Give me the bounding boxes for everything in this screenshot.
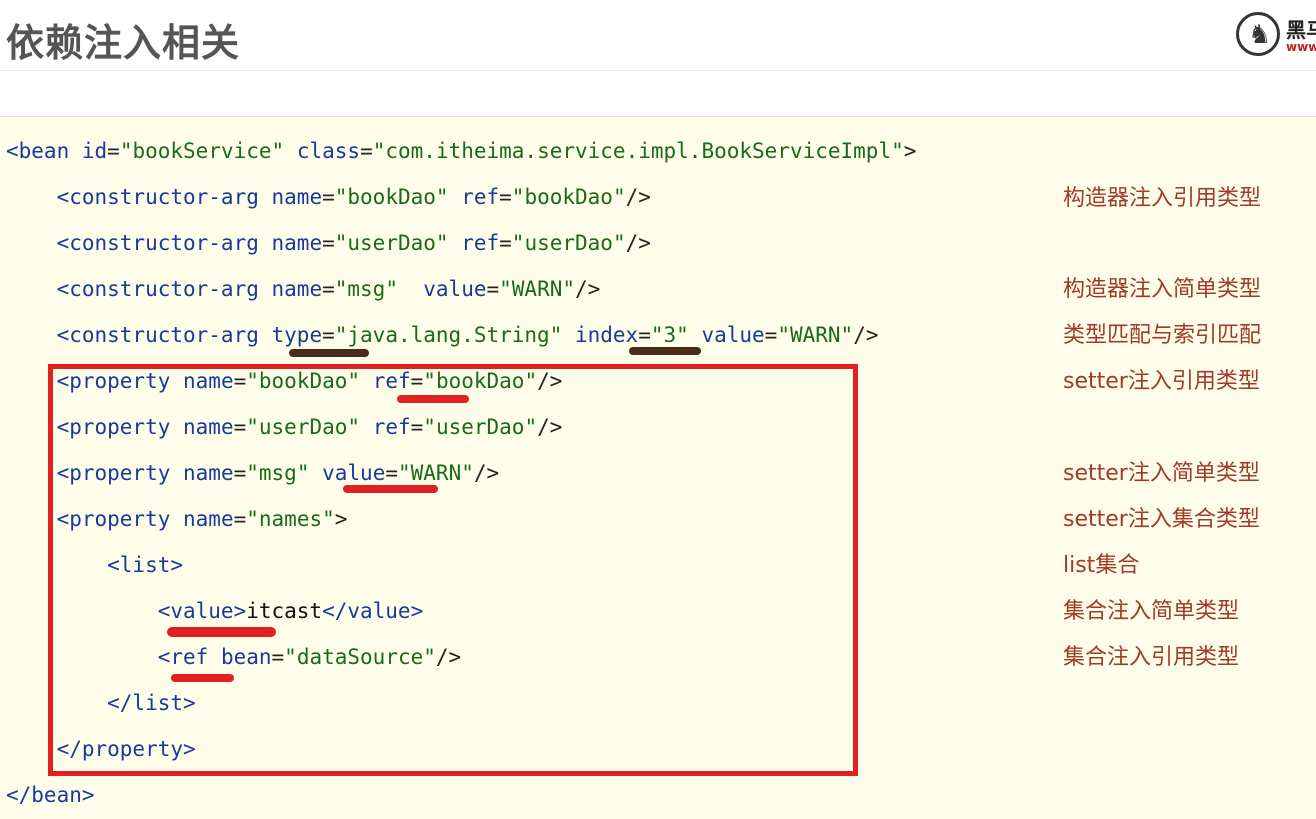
note: setter注入集合类型 (1063, 507, 1260, 532)
code-token: = (499, 185, 512, 209)
code-token: "com.itheima.service.impl.BookServiceImp… (372, 139, 904, 163)
code-token: <bean (6, 139, 82, 163)
brand-logo: ♞ 黑马 www. (1236, 12, 1316, 62)
code-token: "msg" (334, 277, 398, 301)
code-line-ctor-type-index: <constructor-arg type="java.lang.String"… (6, 322, 879, 348)
code-token: "java.lang.String" (334, 323, 563, 347)
code-token: /> (625, 231, 651, 255)
code-token: = (322, 323, 335, 347)
code-token: name (271, 277, 323, 301)
code-token: ref (461, 231, 500, 255)
code-line-ctor-userdao: <constructor-arg name="userDao" ref="use… (6, 230, 651, 256)
code-token: name (271, 185, 323, 209)
code-token: = (638, 323, 651, 347)
code-token: /> (853, 323, 879, 347)
underline-ref-tag (171, 674, 234, 682)
note: list集合 (1063, 553, 1140, 578)
code-token: id (81, 139, 108, 163)
code-token: = (764, 323, 778, 347)
code-token: <constructor-arg (6, 231, 272, 255)
code-token: /> (575, 277, 601, 301)
underline-value-tag (167, 627, 276, 637)
underline-value (343, 485, 438, 493)
logo-text: 黑马 (1286, 18, 1316, 42)
code-token: = (322, 185, 335, 209)
note: 构造器注入引用类型 (1063, 186, 1262, 211)
code-line-ctor-msg: <constructor-arg name="msg" value="WARN"… (6, 276, 601, 302)
code-line-bean-open: <bean id="bookService" class="com.itheim… (6, 138, 916, 164)
logo-url: www. (1286, 40, 1316, 54)
page-title: 依赖注入相关 (6, 21, 241, 65)
code-token: class (296, 139, 361, 163)
code-token: <constructor-arg (6, 323, 272, 347)
horse-logo-icon: ♞ (1236, 12, 1280, 56)
code-token: "userDao" (334, 231, 449, 255)
code-token: "bookDao" (334, 185, 449, 209)
code-token: ref (461, 185, 500, 209)
code-token: </bean> (6, 783, 95, 807)
note: 类型匹配与索引匹配 (1063, 323, 1262, 348)
code-token: name (271, 231, 323, 255)
code-token: <constructor-arg (6, 185, 272, 209)
code-token: "bookDao" (511, 185, 626, 209)
note: 集合注入引用类型 (1063, 645, 1240, 670)
setter-injection-highlight-box (48, 364, 858, 776)
note: setter注入简单类型 (1063, 461, 1260, 486)
code-token: = (107, 139, 120, 163)
code-token: = (360, 139, 373, 163)
code-token: "WARN" (777, 323, 854, 347)
code-token: <constructor-arg (6, 277, 272, 301)
code-line-ctor-bookdao: <constructor-arg name="bookDao" ref="boo… (6, 184, 651, 210)
code-token: "WARN" (499, 277, 575, 301)
code-token: "userDao" (511, 231, 626, 255)
code-token: "bookService" (119, 139, 285, 163)
code-token: type (271, 323, 323, 347)
header-divider (0, 70, 1316, 71)
note: setter注入引用类型 (1063, 369, 1260, 394)
code-line-bean-close: </bean> (6, 782, 95, 808)
code-token: = (322, 231, 335, 255)
code-token: "3" (650, 323, 689, 347)
underline-index (629, 347, 701, 355)
code-token: = (499, 231, 512, 255)
code-token: value (423, 277, 487, 301)
code-token: /> (625, 185, 651, 209)
underline-type (289, 349, 369, 357)
underline-ref (397, 395, 469, 403)
code-token: value (701, 323, 765, 347)
code-token: = (486, 277, 500, 301)
note: 集合注入简单类型 (1063, 599, 1240, 624)
code-token: > (903, 139, 917, 163)
code-token: = (322, 277, 335, 301)
note: 构造器注入简单类型 (1063, 277, 1262, 302)
code-token: index (574, 323, 639, 347)
